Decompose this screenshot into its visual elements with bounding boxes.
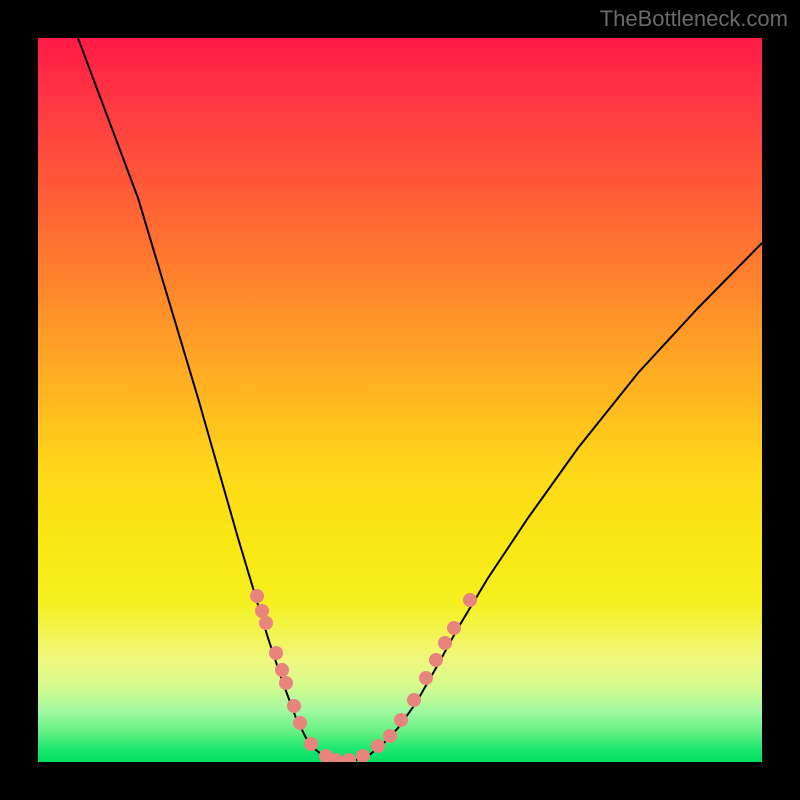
chart-dot	[447, 621, 461, 635]
chart-dot	[438, 636, 452, 650]
chart-dot	[259, 616, 273, 630]
chart-dot	[383, 729, 397, 743]
chart-curve-line	[78, 38, 762, 761]
watermark-text: TheBottleneck.com	[600, 6, 788, 32]
chart-dot	[463, 593, 477, 607]
chart-dot	[275, 663, 289, 677]
chart-dot	[279, 676, 293, 690]
chart-dot	[371, 739, 385, 753]
chart-dot	[394, 713, 408, 727]
chart-dot	[250, 589, 264, 603]
chart-dots	[250, 589, 477, 762]
chart-dot	[407, 693, 421, 707]
chart-dot	[419, 671, 433, 685]
chart-dot	[356, 749, 370, 762]
chart-dot	[293, 716, 307, 730]
chart-dot	[287, 699, 301, 713]
chart-dot	[304, 737, 318, 751]
chart-dot	[429, 653, 443, 667]
chart-dot	[269, 646, 283, 660]
bottleneck-chart	[38, 38, 762, 762]
chart-svg	[38, 38, 762, 762]
chart-dot	[342, 753, 356, 762]
chart-dot	[255, 604, 269, 618]
